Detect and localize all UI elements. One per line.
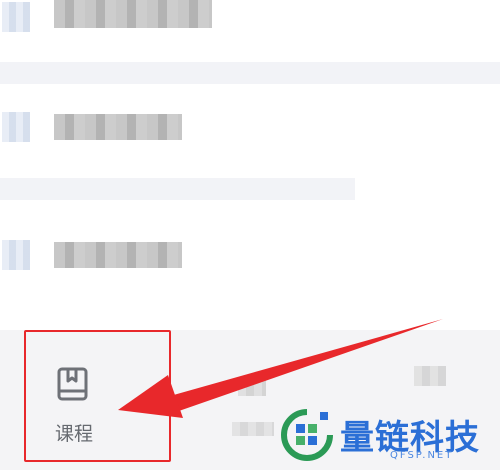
blurred-avatar [2,240,30,270]
blurred-tab-icon[interactable] [414,366,446,386]
list-item[interactable] [0,100,500,158]
list-item[interactable] [0,226,500,284]
blurred-avatar [2,2,30,32]
separator [0,62,500,84]
blurred-tab-label [232,422,274,436]
blurred-text [54,0,212,28]
list-item[interactable] [0,0,500,46]
watermark-domain: QFSP.NET [390,450,454,461]
blurred-text [54,114,182,140]
blurred-text [54,242,182,268]
blurred-tab-icon[interactable] [238,380,266,396]
separator [0,178,355,200]
watermark: 量链科技 QFSP.NET [278,406,498,466]
highlight-box [24,330,171,462]
blurred-avatar [2,112,30,142]
watermark-logo [281,409,333,461]
